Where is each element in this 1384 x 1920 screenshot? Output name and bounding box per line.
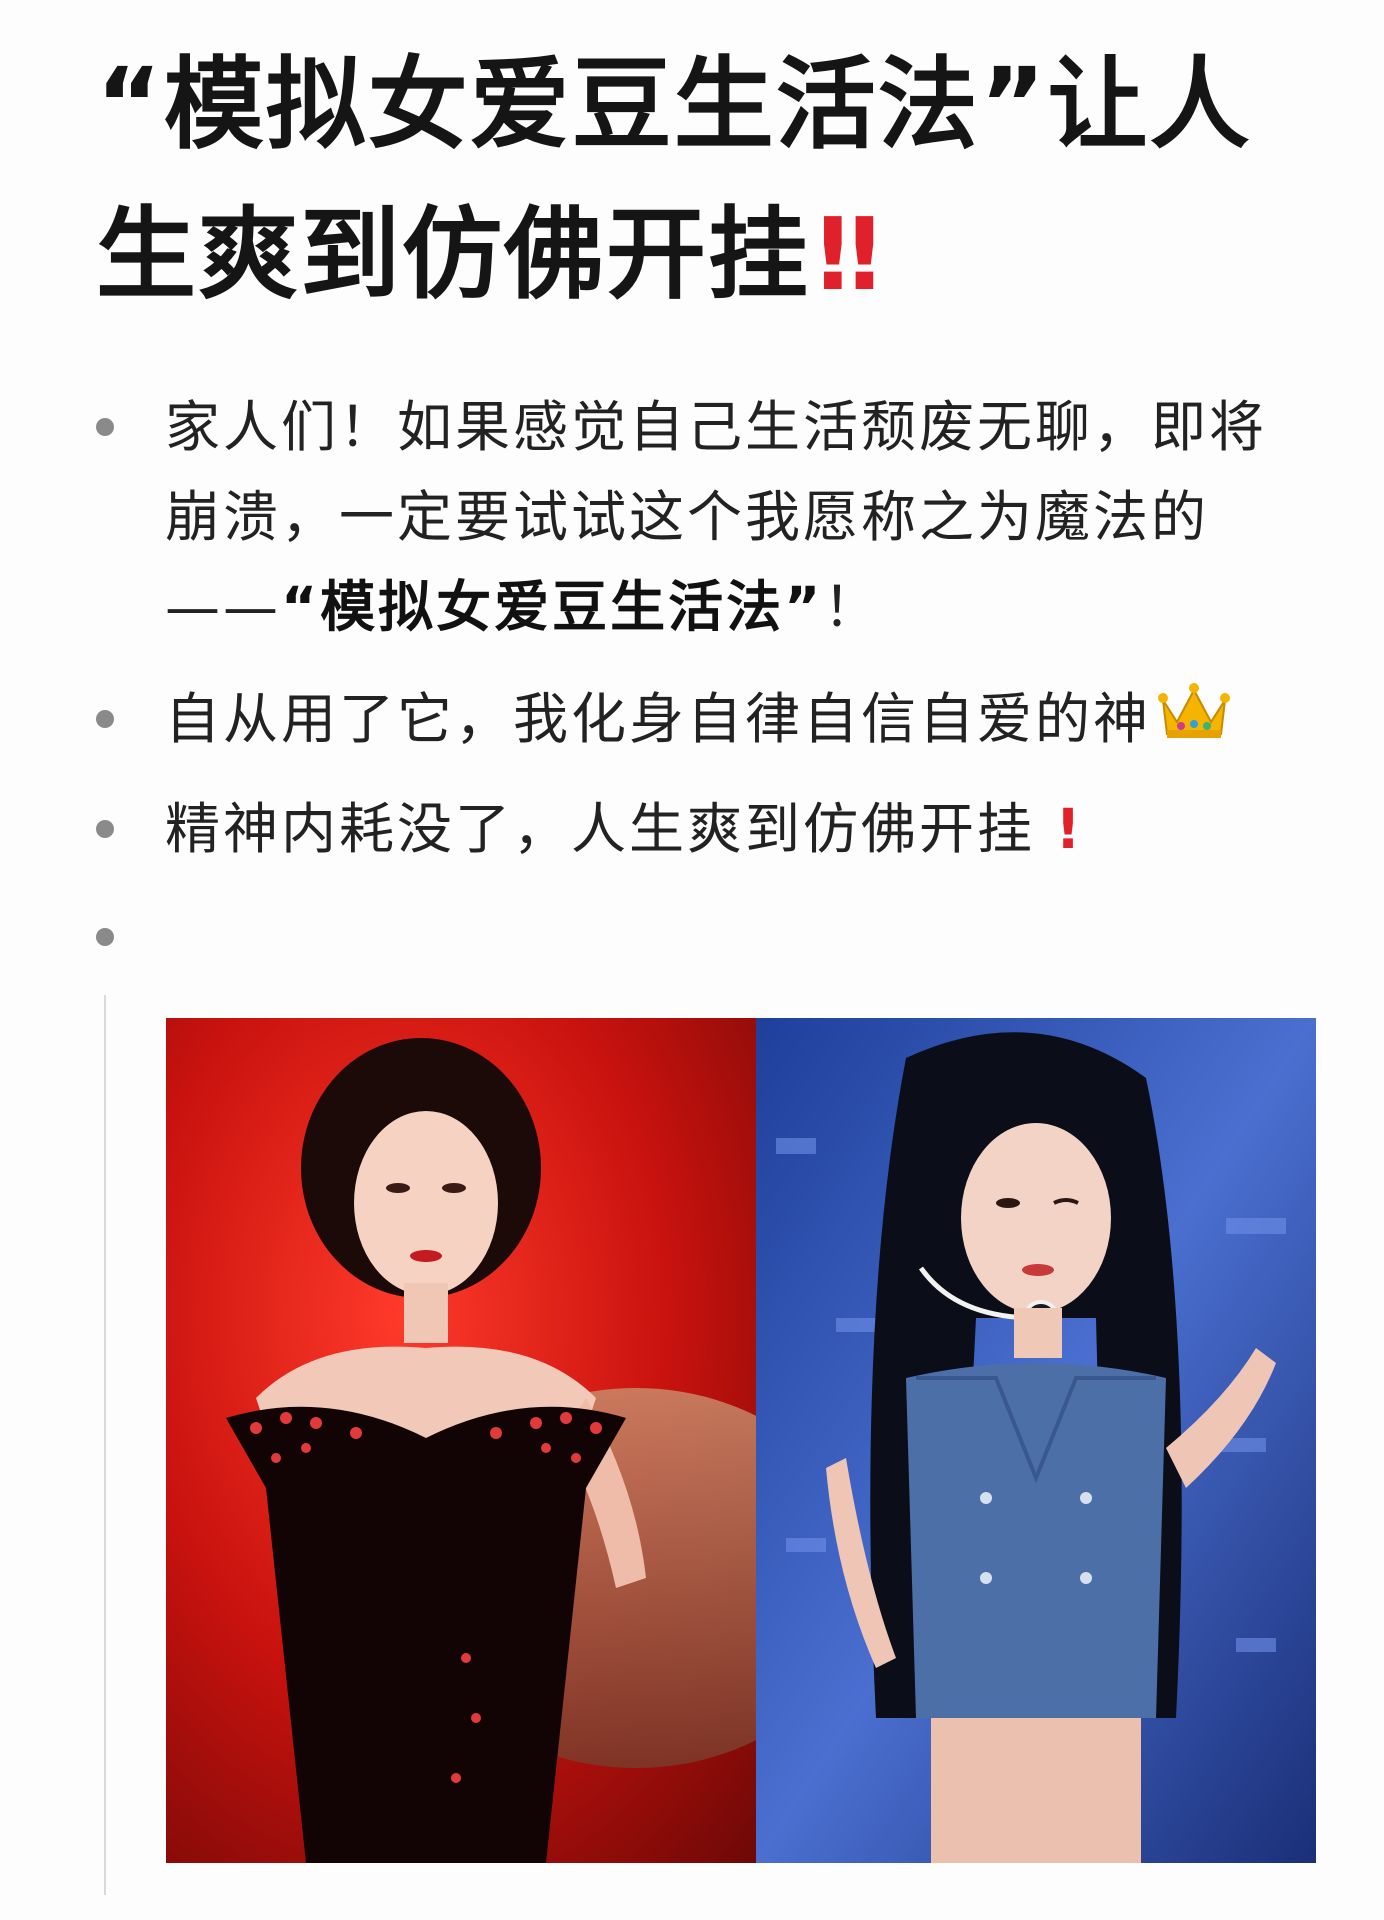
photo-right[interactable] (756, 1018, 1316, 1863)
bullet-dot (96, 710, 114, 728)
bullet-3-text: 精神内耗没了，人生爽到仿佛开挂 (165, 797, 1036, 861)
bullet-dot (96, 820, 114, 838)
exclamation-icon: ! (1055, 797, 1084, 861)
bullet-2-line: 自从用了它，我化身自律自信自爱的神 (165, 674, 1231, 768)
double-exclamation-icon: !! (810, 196, 887, 313)
exclamation-suffix: ！ (823, 575, 882, 639)
bullet-1-line-3: ——“模拟女爱豆生活法”！ (165, 562, 881, 652)
bullet-dot (96, 928, 114, 946)
dash-prefix: —— (165, 575, 281, 639)
bullet-1-line-2: 崩溃，一定要试试这个我愿称之为魔法的 (165, 485, 1210, 549)
blockquote-rail (104, 995, 106, 1895)
bullet-2-text: 自从用了它，我化身自律自信自爱的神 (165, 687, 1152, 751)
title-text: “模拟女爱豆生活法”让人生爽到仿佛开挂 (96, 46, 1252, 313)
highlight-method-name: “模拟女爱豆生活法” (281, 575, 824, 639)
note-page: “模拟女爱豆生活法”让人生爽到仿佛开挂!! 家人们！如果感觉自己生活颓废无聊，即… (0, 0, 1384, 1920)
bullet-1-line-1: 家人们！如果感觉自己生活颓废无聊，即将 (165, 395, 1268, 459)
crown-icon (1157, 678, 1231, 768)
page-title: “模拟女爱豆生活法”让人生爽到仿佛开挂!! (96, 30, 1346, 330)
bullet-dot (96, 418, 114, 436)
bullet-3-line: 精神内耗没了，人生爽到仿佛开挂 ! (165, 784, 1084, 874)
photo-left[interactable] (166, 1018, 756, 1863)
